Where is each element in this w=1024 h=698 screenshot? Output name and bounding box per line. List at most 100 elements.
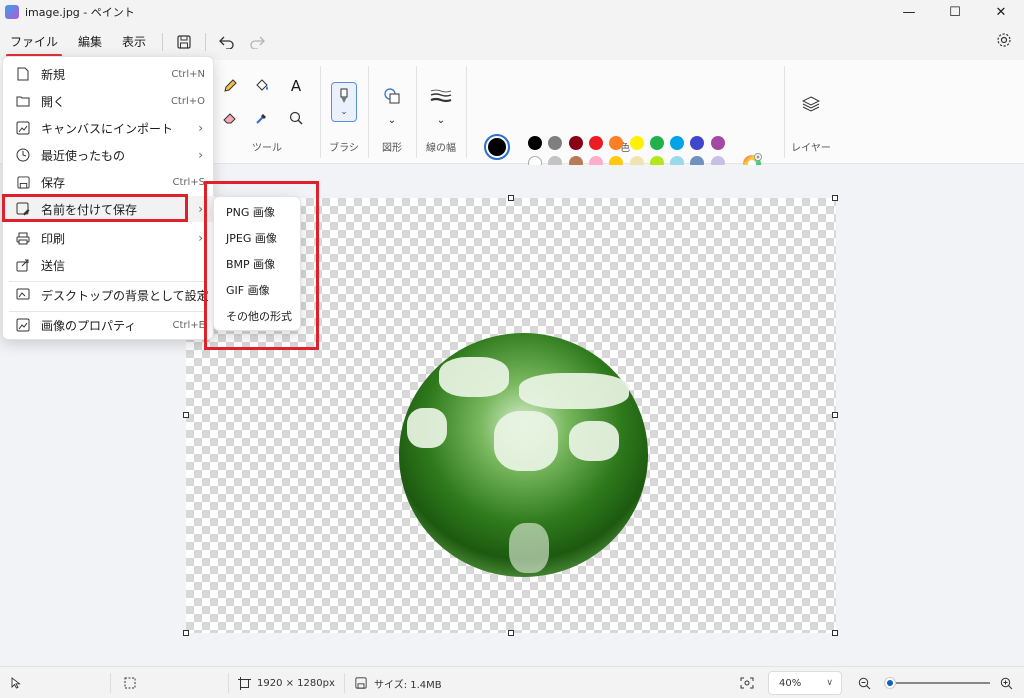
tools-group: A ツール bbox=[214, 60, 320, 164]
menu-divider bbox=[205, 33, 207, 51]
resize-handle[interactable] bbox=[832, 195, 838, 201]
file-menu-item-send[interactable]: 送信 bbox=[3, 252, 215, 278]
shapes-icon[interactable] bbox=[380, 84, 404, 108]
print-icon bbox=[15, 230, 31, 246]
resize-handle[interactable] bbox=[832, 630, 838, 636]
title-bar: image.jpg - ペイント — ☐ ✕ bbox=[0, 0, 1024, 24]
file-menu-item-new[interactable]: 新規 Ctrl+N bbox=[3, 61, 215, 87]
fill-bucket-icon[interactable] bbox=[250, 74, 274, 98]
file-menu-item-set-desktop-background[interactable]: デスクトップの背景として設定 › bbox=[3, 282, 215, 308]
tools-group-label: ツール bbox=[252, 143, 282, 154]
shortcut-label: Ctrl+E bbox=[172, 319, 206, 331]
fit-to-window-icon[interactable] bbox=[740, 667, 754, 698]
stroke-size-icon[interactable] bbox=[429, 84, 453, 108]
redo-icon[interactable] bbox=[242, 29, 272, 55]
canvas-size-icon bbox=[238, 667, 251, 698]
shortcut-label: Ctrl+N bbox=[171, 68, 205, 80]
colors-group-label: 色 bbox=[620, 143, 630, 154]
color-swatch[interactable] bbox=[588, 136, 603, 150]
zoom-value: 40% bbox=[779, 677, 802, 689]
chevron-down-icon[interactable]: ⌄ bbox=[429, 108, 453, 132]
canvas-dimensions: 1920 × 1280px bbox=[257, 677, 335, 689]
chevron-right-icon: › bbox=[198, 288, 203, 302]
minimize-button[interactable]: — bbox=[886, 0, 932, 24]
file-menu-item-recent[interactable]: 最近使ったもの › bbox=[3, 142, 215, 168]
color-swatch[interactable] bbox=[568, 136, 583, 150]
eraser-icon[interactable] bbox=[218, 106, 242, 130]
layers-group-label: レイヤー bbox=[791, 143, 831, 154]
pencil-icon[interactable] bbox=[218, 74, 242, 98]
new-file-icon bbox=[15, 66, 31, 82]
maximize-button[interactable]: ☐ bbox=[932, 0, 978, 24]
zoom-slider-thumb[interactable] bbox=[884, 677, 897, 689]
color-swatch[interactable] bbox=[670, 136, 685, 150]
file-menu-item-print[interactable]: 印刷 › bbox=[3, 225, 215, 251]
file-size: サイズ: 1.4MB bbox=[374, 679, 442, 691]
brush-group: ブラシ bbox=[320, 60, 368, 164]
status-divider bbox=[110, 673, 111, 693]
chevron-right-icon: › bbox=[198, 121, 203, 135]
shapes-group: ⌄ 図形 bbox=[368, 60, 416, 164]
resize-handle[interactable] bbox=[832, 412, 838, 418]
open-folder-icon bbox=[15, 93, 31, 109]
shortcut-label: Ctrl+O bbox=[170, 95, 205, 107]
file-menu-item-import[interactable]: キャンバスにインポート › bbox=[3, 115, 215, 141]
resize-handle[interactable] bbox=[508, 195, 514, 201]
shortcut-label: Ctrl+S bbox=[172, 176, 205, 188]
file-menu-label: キャンバスにインポート bbox=[41, 121, 174, 136]
magnifier-icon[interactable] bbox=[284, 106, 308, 130]
share-icon bbox=[15, 257, 31, 273]
resize-handle[interactable] bbox=[508, 630, 514, 636]
file-menu-item-image-properties[interactable]: 画像のプロパティ Ctrl+E bbox=[3, 312, 215, 338]
text-tool-icon[interactable]: A bbox=[284, 74, 308, 98]
settings-gear-icon[interactable] bbox=[996, 32, 1012, 51]
zoom-dropdown[interactable]: 40% ∨ bbox=[768, 671, 842, 695]
file-menu-item-open[interactable]: 開く Ctrl+O bbox=[3, 88, 215, 114]
clock-icon bbox=[15, 147, 31, 163]
cursor-position-icon bbox=[10, 667, 22, 698]
undo-icon[interactable] bbox=[212, 29, 242, 55]
close-button[interactable]: ✕ bbox=[978, 0, 1024, 24]
paint-app-icon bbox=[5, 5, 19, 19]
file-menu-label: 印刷 bbox=[41, 231, 66, 246]
primary-color-swatch[interactable] bbox=[484, 134, 510, 160]
color-swatch[interactable] bbox=[710, 136, 725, 150]
resize-handle[interactable] bbox=[183, 412, 189, 418]
save-icon[interactable] bbox=[169, 29, 199, 55]
menu-file[interactable]: ファイル bbox=[0, 29, 68, 57]
status-divider bbox=[344, 673, 345, 693]
chevron-down-icon: ∨ bbox=[826, 678, 833, 688]
layers-group: レイヤー bbox=[784, 60, 838, 164]
save-icon bbox=[15, 174, 31, 190]
color-swatch[interactable] bbox=[528, 136, 542, 150]
status-bar: 1920 × 1280px サイズ: 1.4MB 40% ∨ bbox=[0, 666, 1024, 698]
image-properties-icon bbox=[15, 317, 31, 333]
brush-group-label: ブラシ bbox=[329, 143, 359, 154]
zoom-out-icon[interactable] bbox=[858, 667, 871, 698]
color-swatch[interactable] bbox=[629, 136, 644, 150]
shapes-group-label: 図形 bbox=[382, 143, 402, 154]
menu-bar: ファイル 編集 表示 bbox=[0, 28, 1024, 57]
chevron-down-icon[interactable]: ⌄ bbox=[380, 108, 404, 132]
zoom-in-icon[interactable] bbox=[1000, 667, 1013, 698]
highlight-submenu bbox=[204, 181, 319, 350]
colors-group: 色 bbox=[466, 60, 784, 164]
selection-size-icon bbox=[124, 667, 136, 698]
file-menu-label: 送信 bbox=[41, 258, 66, 273]
color-picker-icon[interactable] bbox=[250, 106, 274, 130]
layers-icon[interactable] bbox=[799, 92, 823, 116]
menu-edit[interactable]: 編集 bbox=[68, 29, 112, 55]
resize-handle[interactable] bbox=[183, 630, 189, 636]
highlight-save-as bbox=[2, 194, 188, 222]
file-menu-label: 画像のプロパティ bbox=[41, 318, 137, 333]
zoom-slider[interactable] bbox=[884, 677, 990, 689]
stroke-size-group: ⌄ 線の幅 bbox=[416, 60, 466, 164]
chevron-right-icon: › bbox=[198, 231, 203, 245]
file-menu-item-save[interactable]: 保存 Ctrl+S bbox=[3, 169, 215, 195]
globe-image bbox=[399, 333, 648, 577]
desktop-background-icon bbox=[15, 287, 31, 303]
chevron-right-icon: › bbox=[198, 202, 203, 216]
color-swatch[interactable] bbox=[649, 136, 664, 150]
menu-view[interactable]: 表示 bbox=[112, 29, 156, 55]
file-menu-label: 保存 bbox=[41, 175, 66, 190]
